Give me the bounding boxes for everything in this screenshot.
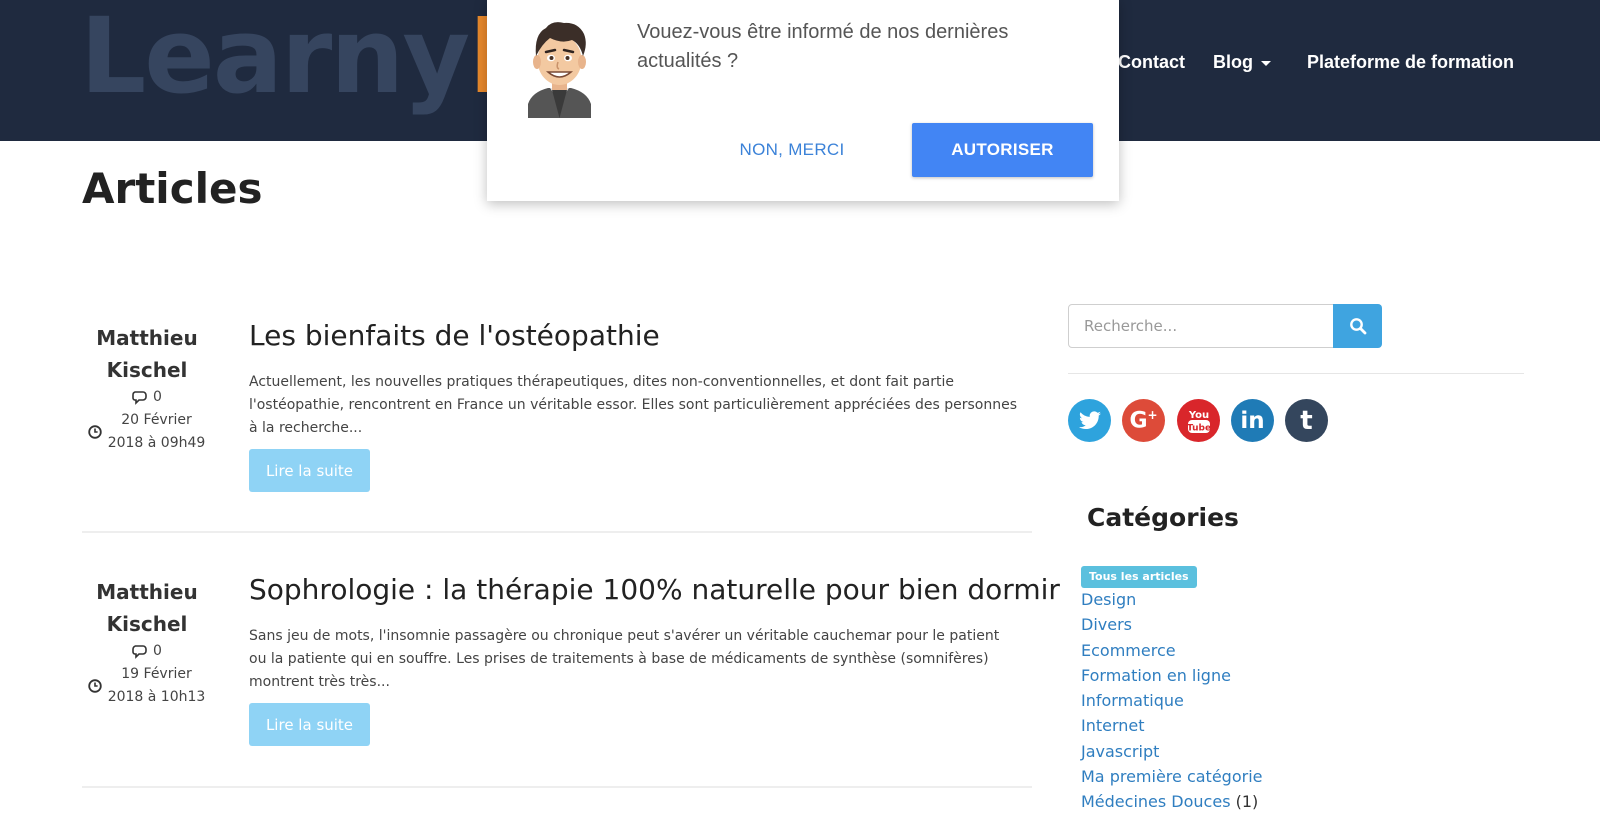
- caret-down-icon: [1261, 60, 1271, 66]
- article-title[interactable]: Les bienfaits de l'ostéopathie: [249, 319, 660, 352]
- read-more-button[interactable]: Lire la suite: [249, 703, 370, 746]
- article-meta: Matthieu Kischel 0 19 Février 2018 à 10h…: [82, 576, 212, 709]
- category-item: Ecommerce: [1081, 638, 1262, 663]
- avatar: [522, 18, 597, 118]
- linkedin-link[interactable]: in: [1231, 399, 1274, 442]
- category-link[interactable]: Informatique: [1081, 691, 1184, 710]
- author-name: Matthieu Kischel: [96, 580, 198, 636]
- category-link[interactable]: Ecommerce: [1081, 641, 1176, 660]
- comment-count: 0: [82, 386, 212, 409]
- youtube-link[interactable]: You Tube: [1177, 399, 1220, 442]
- category-item: Ma première catégorie: [1081, 764, 1262, 789]
- nav-item-plateforme[interactable]: Plateforme de formation: [1307, 52, 1514, 73]
- read-more-button[interactable]: Lire la suite: [249, 449, 370, 492]
- notification-popup: Vouez-vous être informé de nos dernières…: [487, 0, 1119, 201]
- svg-text:Tube: Tube: [1186, 423, 1210, 433]
- article-author: Matthieu Kischel: [82, 322, 212, 386]
- clock-icon: [87, 679, 102, 693]
- popup-message: Vouez-vous être informé de nos dernières…: [637, 21, 1009, 72]
- article-excerpt: Actuellement, les nouvelles pratiques th…: [249, 374, 1017, 436]
- category-item: Javascript: [1081, 739, 1262, 764]
- page-title: Articles: [82, 164, 263, 213]
- categories-title: Catégories: [1087, 503, 1239, 532]
- tumblr-link[interactable]: t: [1285, 399, 1328, 442]
- twitter-icon: [1078, 410, 1101, 429]
- site-logo[interactable]: LearnyB: [80, 4, 547, 108]
- category-count: (1): [1235, 792, 1259, 812]
- article-divider: [82, 786, 1032, 788]
- comment-icon: [132, 390, 147, 405]
- clock-icon: [87, 425, 102, 439]
- category-link[interactable]: Internet: [1081, 716, 1145, 735]
- article-date: 20 Février 2018 à 09h49: [107, 412, 206, 451]
- category-link[interactable]: Design: [1081, 590, 1136, 609]
- article-divider: [82, 531, 1032, 533]
- svg-text:You: You: [1187, 410, 1208, 421]
- category-item: Divers: [1081, 612, 1262, 637]
- nav-item-blog[interactable]: Blog: [1213, 52, 1271, 73]
- twitter-link[interactable]: [1068, 399, 1111, 442]
- category-all-badge[interactable]: Tous les articles: [1081, 566, 1197, 588]
- nav-item-contact[interactable]: Contact: [1118, 52, 1185, 73]
- category-item: Médecines Douces (1): [1081, 789, 1262, 814]
- tumblr-icon: t: [1300, 405, 1313, 436]
- avatar-cartoon-icon: [528, 22, 591, 118]
- google-plus-icon: G+: [1129, 407, 1158, 434]
- deny-button[interactable]: NON, MERCI: [727, 126, 857, 173]
- article-author: Matthieu Kischel: [82, 576, 212, 640]
- category-item: Formation en ligne: [1081, 663, 1262, 688]
- allow-button[interactable]: AUTORISER: [912, 123, 1093, 177]
- category-list: Design Divers Ecommerce Formation en lig…: [1081, 587, 1262, 815]
- comment-count-value: 0: [153, 389, 162, 405]
- category-link[interactable]: Formation en ligne: [1081, 666, 1231, 685]
- sidebar-divider: [1068, 373, 1524, 374]
- category-link[interactable]: Ma première catégorie: [1081, 767, 1262, 786]
- article-excerpt: Sans jeu de mots, l'insomnie passagère o…: [249, 628, 1000, 690]
- logo-text-main: Learny: [80, 0, 470, 117]
- article-date-line: 20 Février 2018 à 09h49: [82, 409, 212, 455]
- search-input[interactable]: Recherche...: [1068, 304, 1334, 348]
- google-plus-link[interactable]: G+: [1122, 399, 1165, 442]
- comment-icon: [132, 644, 147, 659]
- category-link[interactable]: Médecines Douces: [1081, 792, 1231, 811]
- author-name: Matthieu Kischel: [96, 326, 198, 382]
- category-link[interactable]: Divers: [1081, 615, 1132, 634]
- search-icon: [1349, 318, 1366, 335]
- category-link[interactable]: Javascript: [1081, 742, 1159, 761]
- comment-count: 0: [82, 640, 212, 663]
- category-item: Internet: [1081, 713, 1262, 738]
- article-title[interactable]: Sophrologie : la thérapie 100% naturelle…: [249, 573, 1060, 606]
- comment-count-value: 0: [153, 643, 162, 659]
- category-item: Informatique: [1081, 688, 1262, 713]
- article-date-line: 19 Février 2018 à 10h13: [82, 663, 212, 709]
- nav-item-blog-label: Blog: [1213, 52, 1253, 72]
- search-button[interactable]: [1333, 304, 1382, 348]
- article-date: 19 Février 2018 à 10h13: [107, 666, 206, 705]
- category-item: Design: [1081, 587, 1262, 612]
- youtube-icon: You Tube: [1186, 410, 1210, 434]
- article-meta: Matthieu Kischel 0 20 Février 2018 à 09h…: [82, 322, 212, 455]
- linkedin-icon: in: [1240, 407, 1265, 434]
